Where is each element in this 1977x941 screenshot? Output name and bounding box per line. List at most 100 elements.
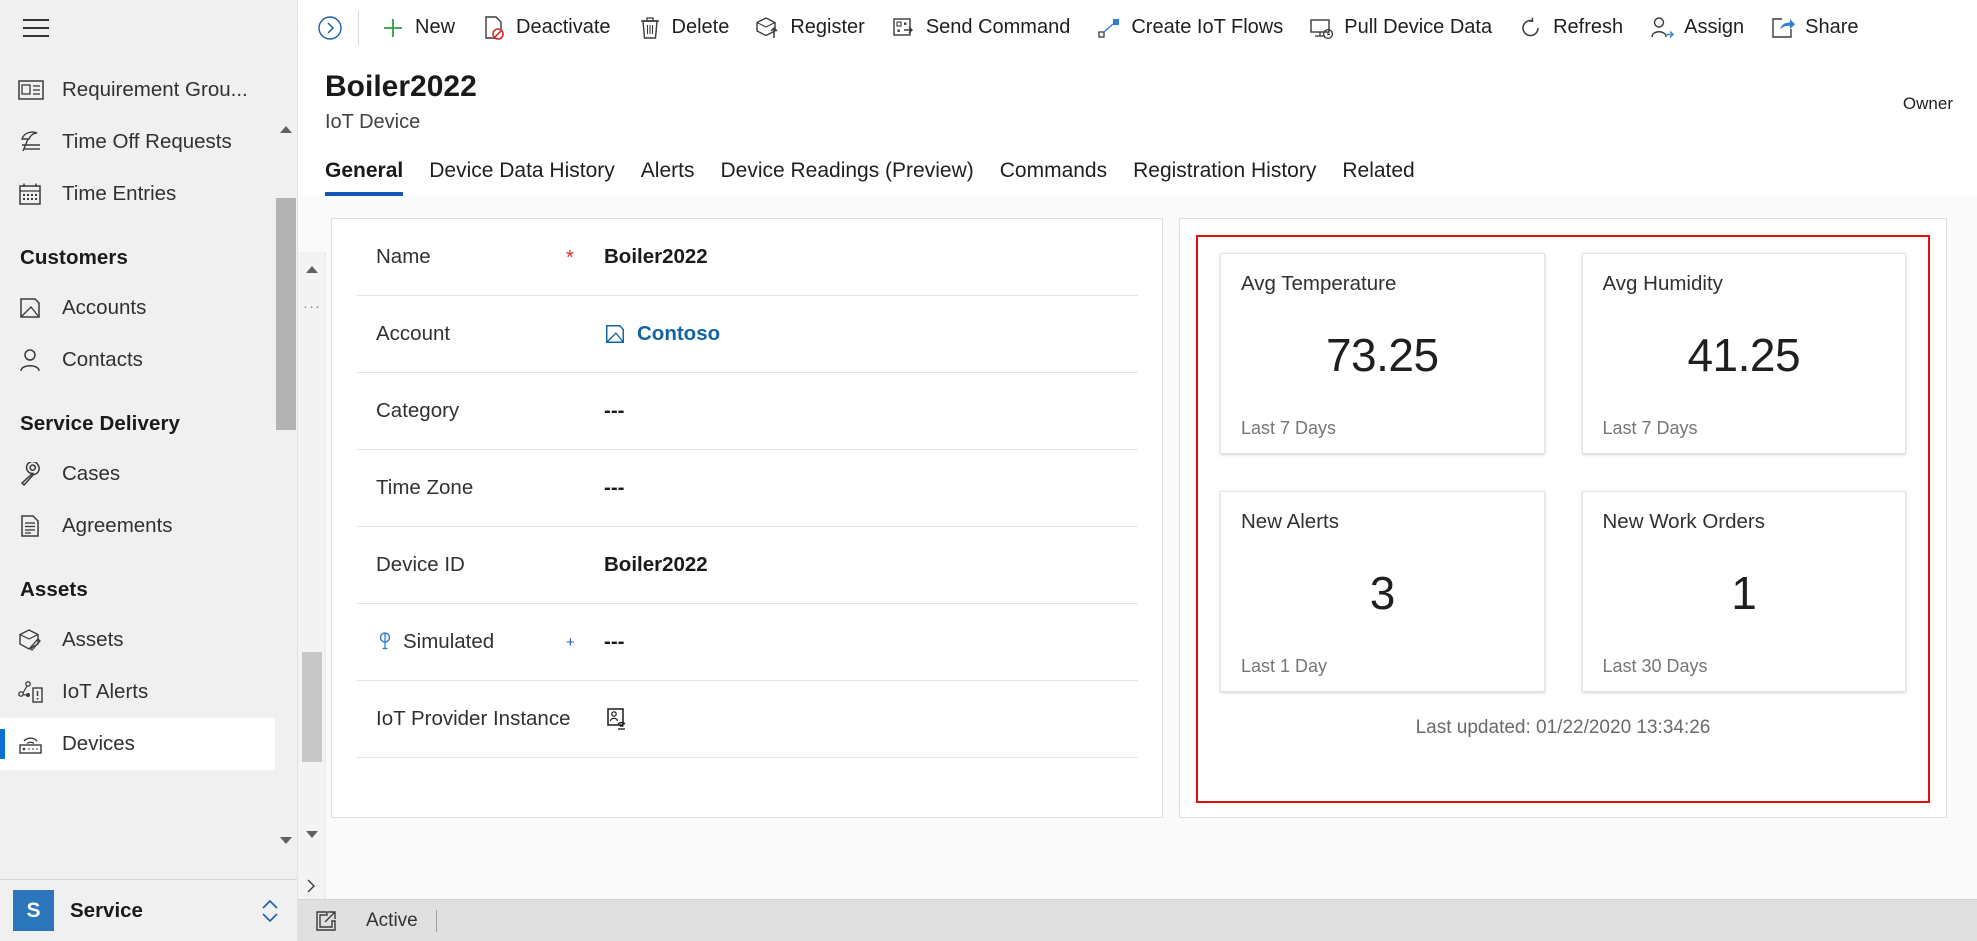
- refresh-icon: [1518, 16, 1544, 40]
- command-label: Refresh: [1553, 16, 1624, 38]
- field-simulated[interactable]: Simulated + ---: [356, 604, 1138, 681]
- kpi-panel: Avg Temperature 73.25 Last 7 Days Avg Hu…: [1179, 218, 1947, 818]
- overflow-dots-icon[interactable]: ···: [298, 298, 326, 315]
- field-label: Name: [376, 245, 431, 268]
- kpi-value: 41.25: [1687, 329, 1801, 381]
- account-link-text: Contoso: [637, 322, 721, 345]
- trash-icon: [637, 16, 663, 40]
- sidebar-item-label: Time Entries: [62, 182, 177, 205]
- field-label: Account: [376, 322, 451, 345]
- app-name-label: Service: [70, 898, 143, 922]
- delete-button[interactable]: Delete: [624, 7, 743, 49]
- sidebar-item-cases[interactable]: Cases: [0, 448, 297, 500]
- command-label: New: [415, 16, 456, 38]
- sidebar-item-assets[interactable]: Assets: [0, 614, 297, 666]
- scroll-down-arrow-icon[interactable]: [275, 829, 297, 851]
- app-badge: S: [13, 890, 54, 931]
- sidebar-item-time-entries[interactable]: Time Entries: [0, 168, 297, 220]
- kpi-value: 3: [1369, 567, 1396, 619]
- create-iot-flows-button[interactable]: Create IoT Flows: [1083, 7, 1296, 49]
- popout-icon[interactable]: [312, 907, 340, 935]
- sidebar-item-label: Devices: [62, 732, 135, 755]
- field-value[interactable]: ---: [598, 399, 624, 423]
- field-value[interactable]: Contoso: [598, 322, 720, 346]
- share-icon: [1770, 16, 1796, 40]
- sidebar-item-time-off-requests[interactable]: Time Off Requests: [0, 116, 297, 168]
- field-name[interactable]: Name * Boiler2022: [356, 219, 1138, 296]
- kpi-tile-new-work-orders[interactable]: New Work Orders 1 Last 30 Days: [1581, 491, 1906, 692]
- wrench-icon: [18, 461, 48, 487]
- pull-device-data-button[interactable]: Pull Device Data: [1296, 7, 1505, 49]
- send-command-button[interactable]: Send Command: [878, 7, 1084, 49]
- sidebar-item-contacts[interactable]: Contacts: [0, 334, 297, 386]
- expand-chevron-icon[interactable]: [301, 875, 323, 897]
- kpi-tile-new-alerts[interactable]: New Alerts 3 Last 1 Day: [1220, 491, 1545, 692]
- field-label-with-icon: Simulated: [356, 630, 566, 654]
- no-indicator: [566, 333, 598, 335]
- field-iot-provider-instance[interactable]: IoT Provider Instance: [356, 681, 1138, 758]
- field-value[interactable]: Boiler2022: [598, 553, 708, 577]
- field-device-id[interactable]: Device ID Boiler2022: [356, 527, 1138, 604]
- sidebar-scrollbar[interactable]: [275, 118, 297, 879]
- command-label: Pull Device Data: [1344, 16, 1493, 38]
- form-scroll-rail[interactable]: ···: [298, 252, 326, 899]
- form-scroll-thumb[interactable]: [302, 652, 322, 762]
- owner-label: Owner: [1902, 94, 1953, 113]
- main-region: New Deactivate Delete Register Send Comm…: [298, 0, 1977, 941]
- circle-chevron-right-icon[interactable]: [308, 6, 352, 50]
- kpi-tile-avg-temperature[interactable]: Avg Temperature 73.25 Last 7 Days: [1220, 253, 1545, 454]
- site-map-toggle-wrap: [0, 0, 297, 56]
- sidebar-scroll-thumb[interactable]: [276, 198, 296, 430]
- field-value[interactable]: ---: [598, 476, 624, 500]
- general-form-card: Name * Boiler2022 Account Contoso Catego…: [331, 218, 1163, 818]
- kpi-tile-avg-humidity[interactable]: Avg Humidity 41.25 Last 7 Days: [1581, 253, 1906, 454]
- site-map-toggle[interactable]: [23, 19, 49, 37]
- tab-commands[interactable]: Commands: [987, 159, 1120, 196]
- scroll-down-arrow-icon[interactable]: [298, 823, 326, 845]
- assign-person-icon: [1649, 16, 1675, 40]
- general-form-column: Name * Boiler2022 Account Contoso Catego…: [298, 208, 1163, 941]
- field-account[interactable]: Account Contoso: [356, 296, 1138, 373]
- field-category[interactable]: Category ---: [356, 373, 1138, 450]
- record-header: Boiler2022 IoT Device Owner: [298, 56, 1977, 134]
- form-tabs: General Device Data History Alerts Devic…: [298, 148, 1977, 196]
- new-button[interactable]: New: [367, 7, 468, 49]
- sidebar-item-devices[interactable]: Devices: [0, 718, 297, 770]
- register-button[interactable]: Register: [742, 7, 877, 49]
- refresh-button[interactable]: Refresh: [1505, 7, 1636, 49]
- command-label: Delete: [671, 16, 730, 38]
- document-lines-icon: [18, 513, 48, 539]
- command-label: Register: [790, 16, 865, 38]
- kpi-footer: Last 1 Day: [1241, 656, 1328, 676]
- calendar-icon: [18, 181, 48, 207]
- scroll-up-arrow-icon[interactable]: [298, 258, 326, 280]
- tab-related[interactable]: Related: [1329, 159, 1427, 196]
- sidebar-nav: Requirement Grou... Time Off Requests Ti…: [0, 56, 297, 879]
- tab-alerts[interactable]: Alerts: [628, 159, 708, 196]
- field-value[interactable]: Boiler2022: [598, 245, 708, 269]
- sidebar-item-iot-alerts[interactable]: IoT Alerts: [0, 666, 297, 718]
- status-badge: Active: [366, 909, 437, 932]
- pull-data-icon: [1309, 16, 1335, 40]
- assign-button[interactable]: Assign: [1636, 7, 1757, 49]
- field-time-zone[interactable]: Time Zone ---: [356, 450, 1138, 527]
- share-button[interactable]: Share: [1757, 7, 1871, 49]
- sidebar-item-agreements[interactable]: Agreements: [0, 500, 297, 552]
- tab-device-readings-preview[interactable]: Device Readings (Preview): [707, 159, 986, 196]
- field-value[interactable]: ---: [598, 630, 624, 654]
- tab-device-data-history[interactable]: Device Data History: [416, 159, 628, 196]
- sidebar-item-accounts[interactable]: Accounts: [0, 282, 297, 334]
- field-value-icon[interactable]: [598, 707, 628, 731]
- sidebar-item-label: Assets: [62, 628, 124, 651]
- chevron-up-down-icon[interactable]: [257, 895, 283, 927]
- kpi-value: 1: [1731, 567, 1757, 619]
- lock-key-icon: [376, 631, 394, 653]
- sidebar-item-requirement-groups[interactable]: Requirement Grou...: [0, 64, 297, 116]
- scroll-up-arrow-icon[interactable]: [275, 118, 297, 140]
- deactivate-button[interactable]: Deactivate: [468, 7, 624, 49]
- tab-general[interactable]: General: [325, 159, 416, 196]
- app-switcher[interactable]: S Service: [0, 879, 297, 941]
- sidebar-item-label: Accounts: [62, 296, 147, 319]
- page-title: Boiler2022: [325, 70, 477, 103]
- tab-registration-history[interactable]: Registration History: [1120, 159, 1329, 196]
